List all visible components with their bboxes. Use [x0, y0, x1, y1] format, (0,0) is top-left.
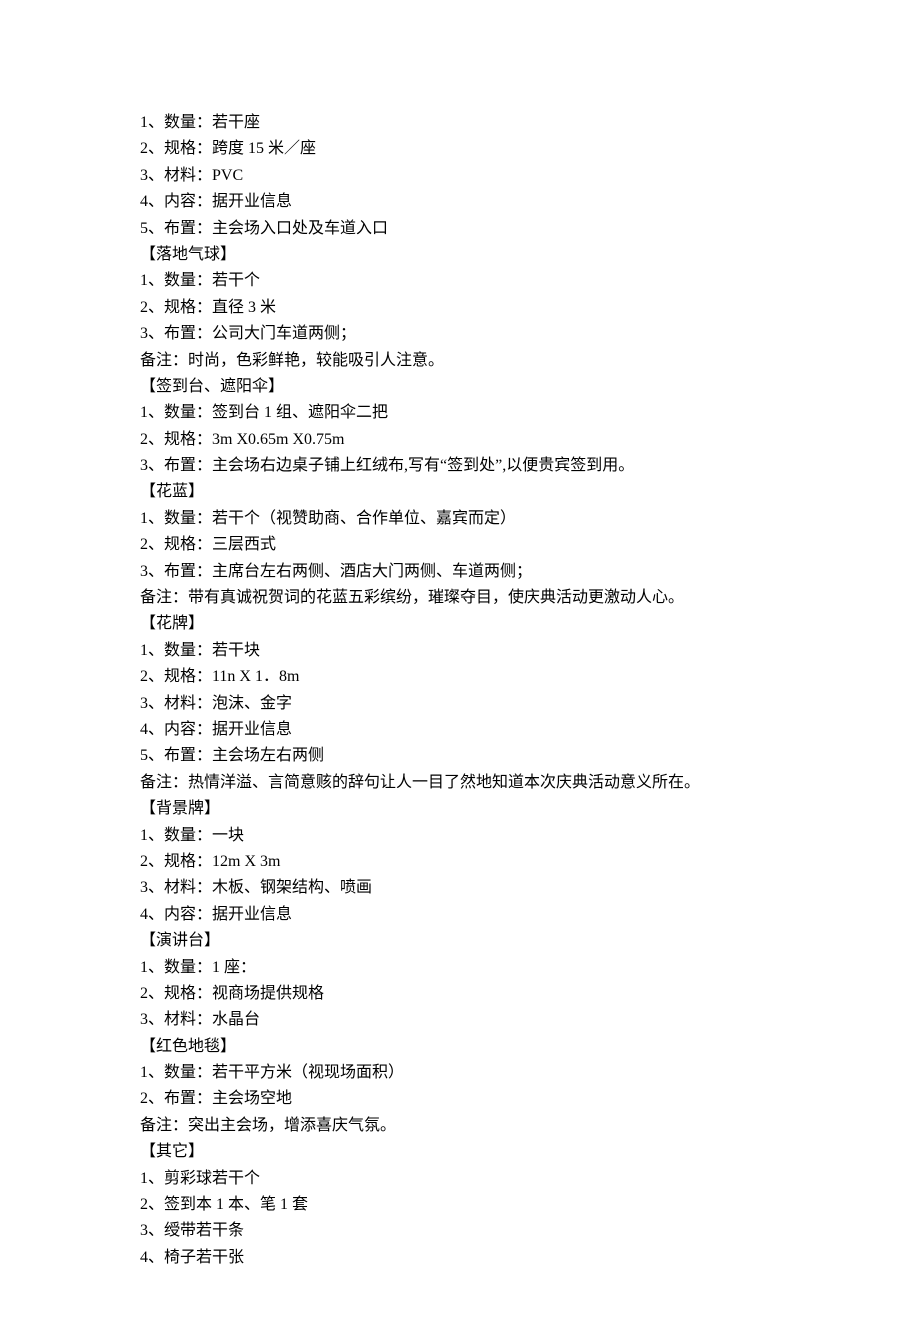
text-line: 3、材料：泡沫、金字 [140, 691, 780, 717]
text-line: 2、规格：12m X 3m [140, 849, 780, 875]
text-line: 1、数量：若干块 [140, 638, 780, 664]
text-line: 1、数量：一块 [140, 823, 780, 849]
note-line: 备注：时尚，色彩鲜艳，较能吸引人注意。 [140, 348, 780, 374]
text-line: 4、椅子若干张 [140, 1245, 780, 1271]
text-line: 5、布置：主会场左右两侧 [140, 743, 780, 769]
text-line: 1、数量：若干个 [140, 268, 780, 294]
note-line: 备注：带有真诚祝贺词的花蓝五彩缤纷，璀璨夺目，使庆典活动更激动人心。 [140, 585, 780, 611]
text-line: 2、签到本 1 本、笔 1 套 [140, 1192, 780, 1218]
section-heading: 【其它】 [140, 1139, 780, 1165]
note-line: 备注：突出主会场，增添喜庆气氛。 [140, 1113, 780, 1139]
note-line: 备注：热情洋溢、言简意赅的辞句让人一目了然地知道本次庆典活动意义所在。 [140, 770, 780, 796]
section-heading: 【背景牌】 [140, 796, 780, 822]
text-line: 3、材料：木板、钢架结构、喷画 [140, 875, 780, 901]
text-line: 1、剪彩球若干个 [140, 1166, 780, 1192]
text-line: 3、绶带若干条 [140, 1218, 780, 1244]
text-line: 2、规格：3m X0.65m X0.75m [140, 427, 780, 453]
document-page: 1、数量：若干座 2、规格：跨度 15 米／座 3、材料：PVC 4、内容：据开… [0, 0, 920, 1331]
text-line: 2、规格：11n X 1．8m [140, 664, 780, 690]
text-line: 3、布置：主席台左右两侧、酒店大门两侧、车道两侧； [140, 559, 780, 585]
text-line: 1、数量：若干平方米（视现场面积） [140, 1060, 780, 1086]
text-line: 1、数量：若干个（视赞助商、合作单位、嘉宾而定） [140, 506, 780, 532]
section-heading: 【花牌】 [140, 611, 780, 637]
text-line: 2、规格：跨度 15 米／座 [140, 136, 780, 162]
text-line: 2、规格：视商场提供规格 [140, 981, 780, 1007]
text-line: 4、内容：据开业信息 [140, 189, 780, 215]
text-line: 3、材料：水晶台 [140, 1007, 780, 1033]
text-line: 2、布置：主会场空地 [140, 1086, 780, 1112]
text-line: 3、材料：PVC [140, 163, 780, 189]
text-line: 2、规格：直径 3 米 [140, 295, 780, 321]
section-heading: 【红色地毯】 [140, 1034, 780, 1060]
text-line: 1、数量：签到台 1 组、遮阳伞二把 [140, 400, 780, 426]
text-line: 4、内容：据开业信息 [140, 902, 780, 928]
section-heading: 【签到台、遮阳伞】 [140, 374, 780, 400]
text-line: 3、布置：主会场右边桌子铺上红绒布,写有“签到处”,以便贵宾签到用。 [140, 453, 780, 479]
section-heading: 【落地气球】 [140, 242, 780, 268]
section-heading: 【演讲台】 [140, 928, 780, 954]
text-line: 1、数量：1 座： [140, 955, 780, 981]
section-heading: 【花蓝】 [140, 479, 780, 505]
text-line: 5、布置：主会场入口处及车道入口 [140, 216, 780, 242]
text-line: 1、数量：若干座 [140, 110, 780, 136]
text-line: 4、内容：据开业信息 [140, 717, 780, 743]
text-line: 3、布置：公司大门车道两侧； [140, 321, 780, 347]
text-line: 2、规格：三层西式 [140, 532, 780, 558]
